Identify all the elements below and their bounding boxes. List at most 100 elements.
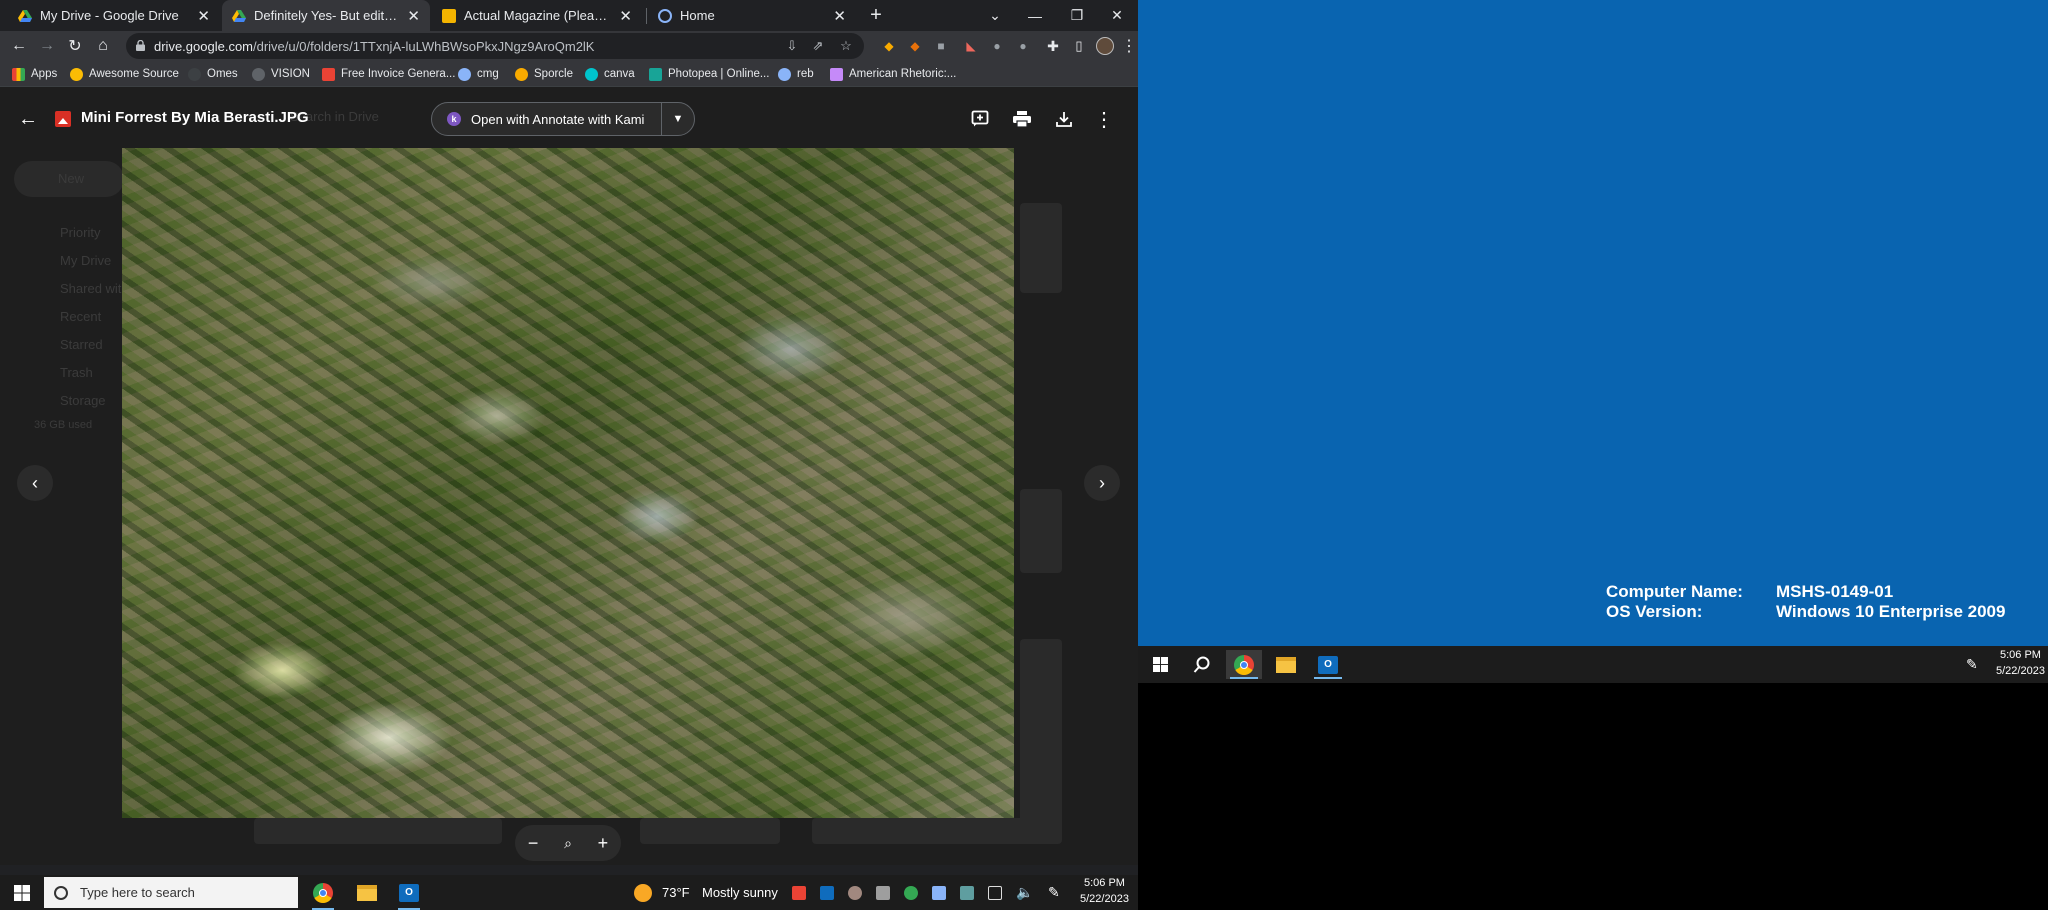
volume-icon[interactable]: 🔈 xyxy=(1016,884,1033,901)
window-close-button[interactable]: ✕ xyxy=(1096,0,1138,31)
tab-title: Home xyxy=(680,8,715,23)
bookmark-favicon xyxy=(830,67,843,81)
outlook-icon[interactable]: O xyxy=(394,879,424,907)
chrome-icon[interactable] xyxy=(308,879,338,907)
windows-start-icon[interactable] xyxy=(1142,650,1178,679)
tab-definitely-yes[interactable]: Definitely Yes- But edit. - Google ✕ xyxy=(222,0,430,31)
weather-temp[interactable]: 73°F xyxy=(662,885,690,900)
chevron-down-icon[interactable]: ▼ xyxy=(662,113,694,125)
close-icon[interactable]: ✕ xyxy=(619,7,632,25)
back-arrow-icon[interactable]: ← xyxy=(6,33,32,59)
more-actions-icon[interactable]: ⋮ xyxy=(1092,107,1116,131)
apps-grid-icon xyxy=(12,67,25,81)
next-file-button[interactable]: › xyxy=(1084,465,1120,501)
install-icon[interactable]: ⇩ xyxy=(784,38,800,54)
bookmark-reb[interactable]: reb xyxy=(778,65,814,83)
acrobat-tray-icon[interactable] xyxy=(792,886,806,900)
lock-icon xyxy=(136,40,145,51)
weather-text[interactable]: Mostly sunny xyxy=(702,885,778,900)
file-explorer-icon[interactable] xyxy=(1268,650,1304,679)
pen-icon[interactable]: ✎ xyxy=(1966,656,1978,673)
os-version-value: Windows 10 Enterprise 2009 xyxy=(1776,602,2006,621)
extension-icon[interactable]: ● xyxy=(1010,33,1036,59)
bookmark-omes[interactable]: Omes xyxy=(188,65,238,83)
tab-my-drive[interactable]: My Drive - Google Drive ✕ xyxy=(8,0,220,31)
extension-icon[interactable]: ◣ xyxy=(958,33,984,59)
tab-actual-magazine[interactable]: Actual Magazine (Please Touch) ✕ xyxy=(432,0,642,31)
restore-button[interactable]: ❐ xyxy=(1056,0,1098,31)
secondary-taskbar: O ✎ 5:06 PM 5/22/2023 xyxy=(1138,646,2048,683)
taskbar-search-box[interactable]: Type here to search xyxy=(44,877,298,908)
nav-recent: Recent xyxy=(60,309,102,324)
more-menu-icon[interactable]: ⋮ xyxy=(1116,33,1138,59)
close-icon[interactable]: ✕ xyxy=(407,7,420,25)
side-panel-icon[interactable]: ▯ xyxy=(1066,33,1092,59)
address-bar[interactable]: drive.google.com/drive/u/0/folders/1TTxn… xyxy=(126,33,864,59)
extension-icon[interactable]: ◆ xyxy=(902,33,928,59)
tab-search-icon[interactable]: ⌄ xyxy=(974,0,1016,31)
share-icon[interactable]: ⇗ xyxy=(810,38,826,54)
bookmark-american-rhetoric[interactable]: American Rhetoric:... xyxy=(830,65,956,83)
tab-home[interactable]: Home ✕ xyxy=(648,0,856,31)
bookmark-free-invoice[interactable]: Free Invoice Genera... xyxy=(322,65,455,83)
open-with-button[interactable]: k Open with Annotate with Kami ▼ xyxy=(431,102,695,136)
search-icon[interactable] xyxy=(1184,650,1220,679)
bookmark-vision[interactable]: VISION xyxy=(252,65,310,83)
bookmark-favicon xyxy=(585,67,598,81)
tray-app-icon[interactable] xyxy=(848,886,862,900)
back-arrow-icon[interactable]: ← xyxy=(16,107,40,131)
bookmark-sporcle[interactable]: Sporcle xyxy=(515,65,573,83)
bookmark-awesome-source[interactable]: Awesome Source xyxy=(70,65,179,83)
computer-name-label: Computer Name: xyxy=(1606,582,1743,601)
bookmark-star-icon[interactable]: ☆ xyxy=(838,38,854,54)
minimize-button[interactable]: — xyxy=(1014,0,1056,31)
add-comment-icon[interactable] xyxy=(968,107,992,131)
outlook-icon[interactable]: O xyxy=(1310,650,1346,679)
pen-icon[interactable]: ✎ xyxy=(1048,884,1060,901)
windows-start-icon[interactable] xyxy=(8,879,36,907)
extension-icon[interactable]: ■ xyxy=(928,33,954,59)
tray-app-icon[interactable] xyxy=(904,886,918,900)
bookmark-photopea[interactable]: Photopea | Online... xyxy=(649,65,769,83)
bookmark-cmg[interactable]: cmg xyxy=(458,65,499,83)
clock-time[interactable]: 5:06 PM xyxy=(1084,877,1125,889)
weather-sun-icon[interactable] xyxy=(634,884,652,902)
forward-arrow-icon[interactable]: → xyxy=(34,33,60,59)
bookmark-apps[interactable]: Apps xyxy=(12,65,57,83)
tray-app-icon[interactable] xyxy=(960,886,974,900)
bookmark-favicon xyxy=(649,67,662,81)
zoom-magnifier-icon[interactable]: ⌕ xyxy=(564,835,572,852)
tab-title: Definitely Yes- But edit. - Google xyxy=(254,8,399,23)
close-icon[interactable]: ✕ xyxy=(833,7,846,25)
tray-app-icon[interactable] xyxy=(876,886,890,900)
tray-app-icon[interactable] xyxy=(932,886,946,900)
previous-file-button[interactable]: ‹ xyxy=(17,465,53,501)
outlook-tray-icon[interactable] xyxy=(820,886,834,900)
profile-avatar[interactable] xyxy=(1092,33,1118,59)
ghost-thumbnail xyxy=(1020,639,1062,839)
new-tab-button[interactable]: + xyxy=(856,0,896,31)
os-version-label: OS Version: xyxy=(1606,602,1703,621)
reload-icon[interactable]: ↻ xyxy=(62,33,88,59)
extension-icon[interactable]: ◆ xyxy=(876,33,902,59)
download-icon[interactable] xyxy=(1052,107,1076,131)
network-icon[interactable] xyxy=(988,886,1002,900)
close-icon[interactable]: ✕ xyxy=(197,7,210,25)
clock-date[interactable]: 5/22/2023 xyxy=(1080,893,1129,905)
home-icon[interactable]: ⌂ xyxy=(90,33,116,59)
computer-name-value: MSHS-0149-01 xyxy=(1776,582,1894,601)
bookmarks-bar: Apps Awesome Source Omes VISION Free Inv… xyxy=(0,61,1138,87)
tab-title: Actual Magazine (Please Touch) xyxy=(464,8,611,23)
extension-icon[interactable]: ● xyxy=(984,33,1010,59)
bookmark-canva[interactable]: canva xyxy=(585,65,635,83)
clock-time[interactable]: 5:06 PM xyxy=(2000,649,2041,661)
print-icon[interactable] xyxy=(1010,107,1034,131)
chrome-icon[interactable] xyxy=(1226,650,1262,679)
browser-toolbar: ← → ↻ ⌂ drive.google.com/drive/u/0/folde… xyxy=(0,31,1138,61)
file-explorer-icon[interactable] xyxy=(352,879,382,907)
zoom-in-button[interactable]: + xyxy=(598,833,609,854)
search-icon xyxy=(54,885,68,900)
clock-date[interactable]: 5/22/2023 xyxy=(1996,665,2045,677)
puzzle-extensions-icon[interactable]: ✚ xyxy=(1040,33,1066,59)
zoom-out-button[interactable]: − xyxy=(528,833,539,854)
